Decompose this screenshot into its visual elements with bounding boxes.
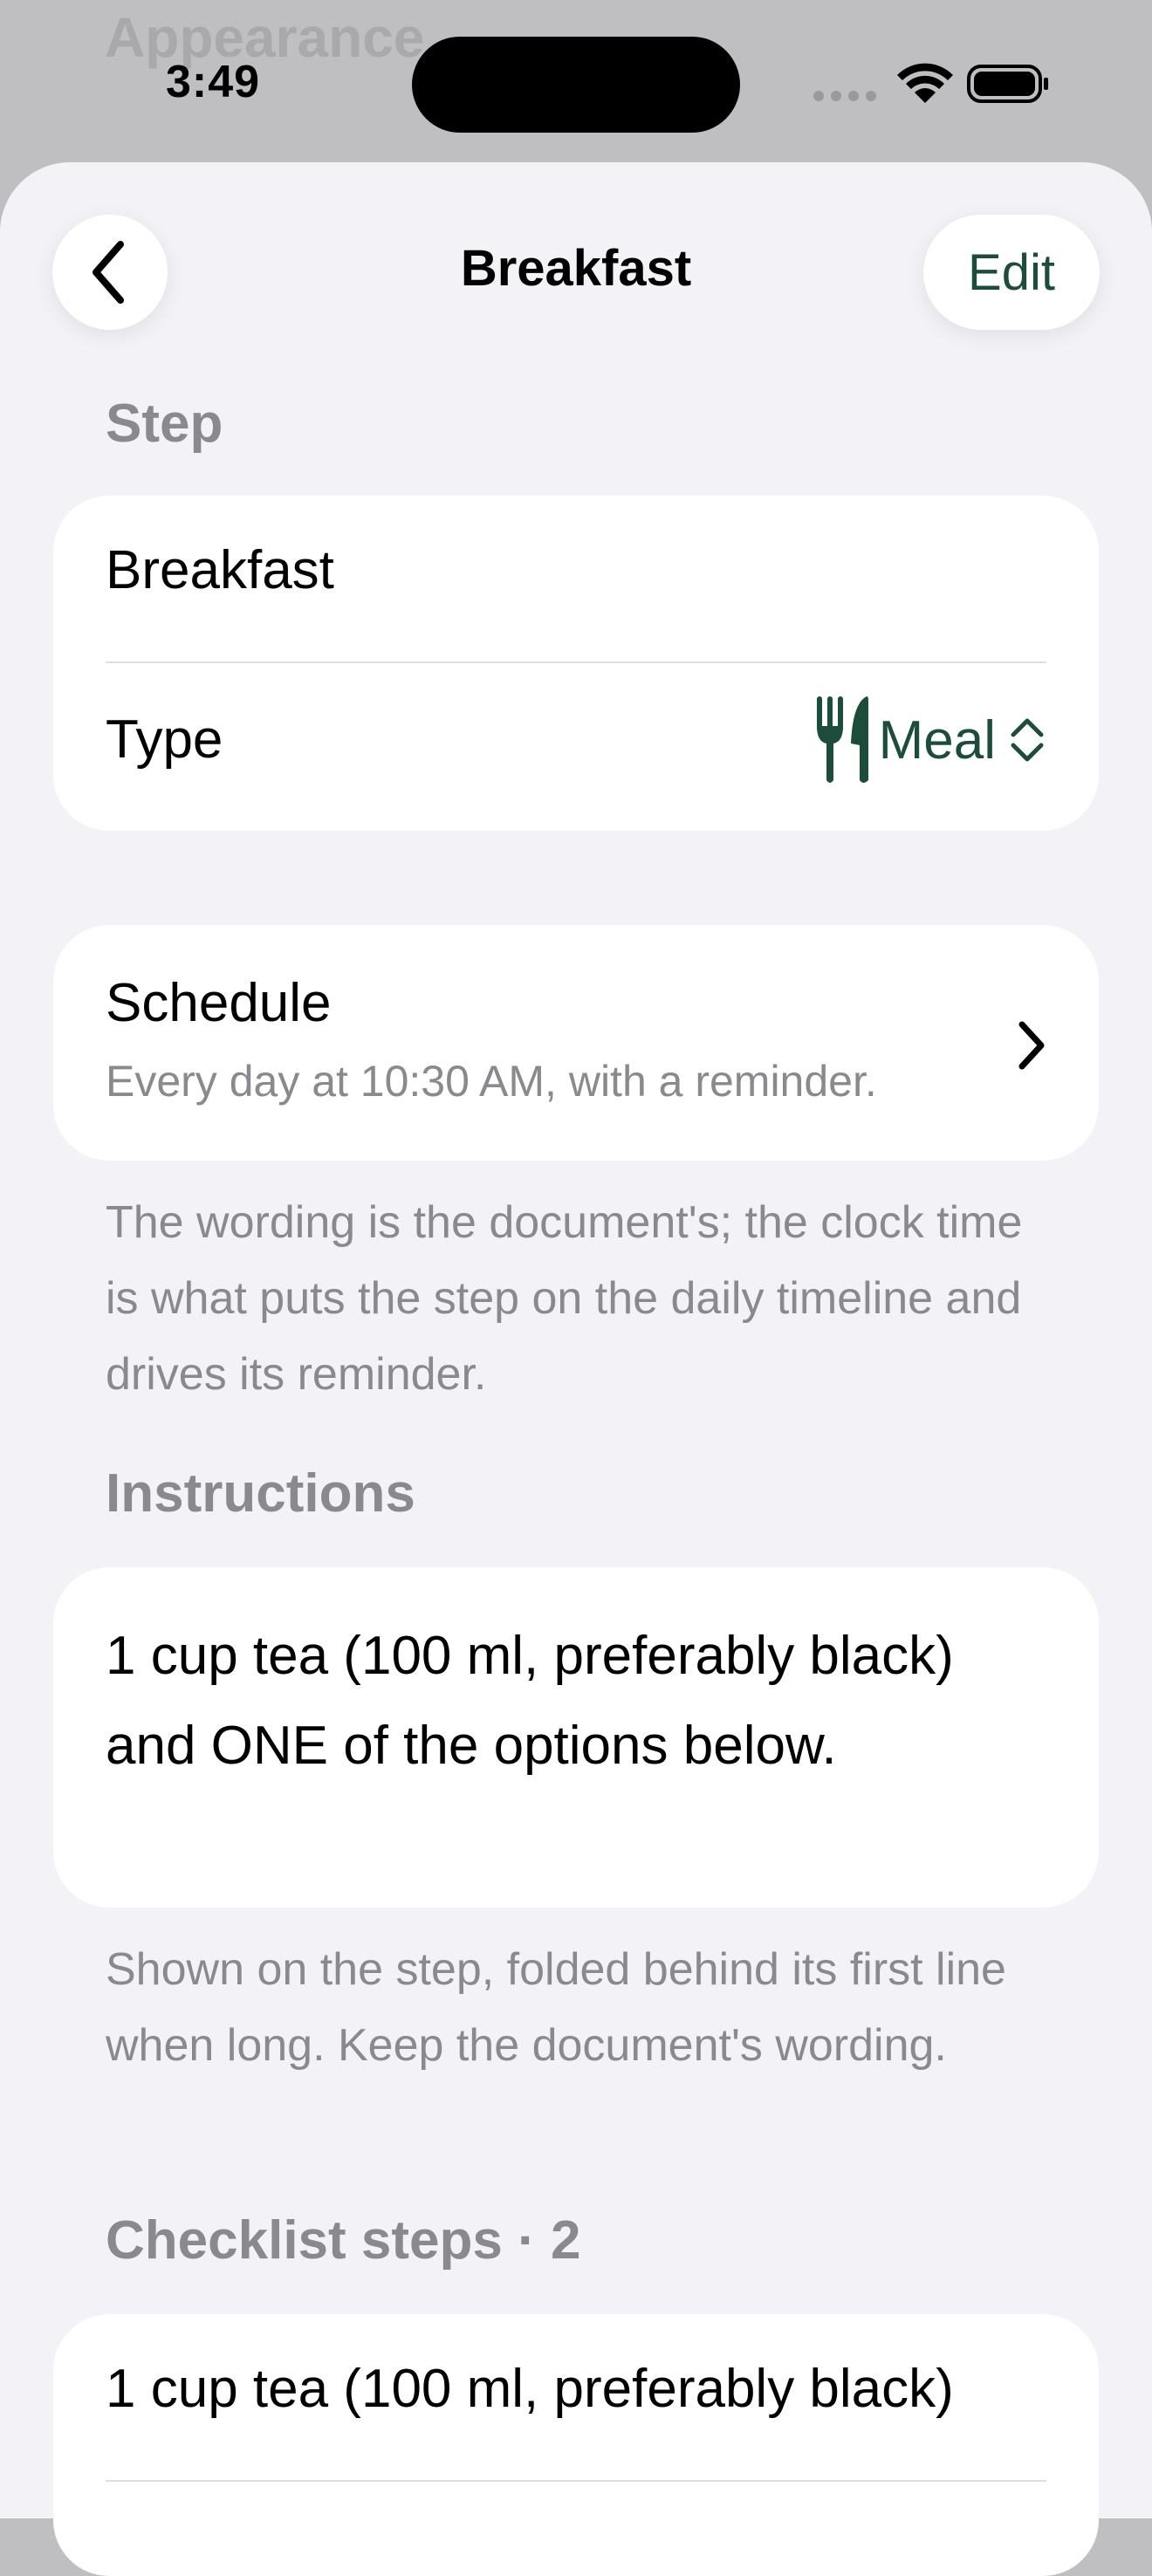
- instructions-footnote: Shown on the step, folded behind its fir…: [106, 1944, 1006, 2071]
- schedule-footnote: The wording is the document's; the clock…: [106, 1197, 1023, 1400]
- chevron-up-down-icon: [1011, 718, 1044, 762]
- status-time: 3:49: [166, 57, 261, 107]
- instructions-text: 1 cup tea (100 ml, preferably black) and…: [106, 1626, 954, 1776]
- chevron-right-icon: [1018, 1021, 1045, 1070]
- schedule-title: Schedule: [106, 973, 332, 1033]
- step-name[interactable]: Breakfast: [106, 539, 334, 601]
- step-section-header: Step: [106, 394, 223, 454]
- schedule-row[interactable]: Schedule Every day at 10:30 AM, with a r…: [53, 925, 1099, 1161]
- wifi-icon: [897, 63, 953, 103]
- schedule-subtitle: Every day at 10:30 AM, with a reminder.: [106, 1057, 877, 1106]
- battery-icon: [967, 65, 1048, 103]
- more-dots-icon: [813, 91, 876, 101]
- fork-knife-icon: [816, 696, 868, 783]
- detail-sheet: Breakfast Edit Step Breakfast Type Meal …: [0, 162, 1152, 2576]
- row-divider: [106, 2480, 1046, 2482]
- dynamic-island: [412, 37, 740, 133]
- checklist-card: 1 cup tea (100 ml, preferably black): [53, 2314, 1099, 2576]
- status-bar: 3:49: [0, 0, 1152, 157]
- checklist-section-header: Checklist steps · 2: [106, 2210, 581, 2271]
- status-icons: [813, 63, 1048, 103]
- instructions-section-header: Instructions: [106, 1463, 415, 1524]
- type-picker[interactable]: Meal: [814, 696, 1046, 784]
- type-label: Type: [106, 709, 223, 770]
- instructions-card[interactable]: 1 cup tea (100 ml, preferably black) and…: [53, 1567, 1099, 1908]
- step-card: Breakfast Type Meal: [53, 496, 1099, 831]
- edit-button[interactable]: Edit: [923, 215, 1100, 330]
- checklist-item[interactable]: 1 cup tea (100 ml, preferably black): [106, 2358, 954, 2420]
- row-divider: [106, 661, 1046, 663]
- type-value: Meal: [878, 709, 996, 771]
